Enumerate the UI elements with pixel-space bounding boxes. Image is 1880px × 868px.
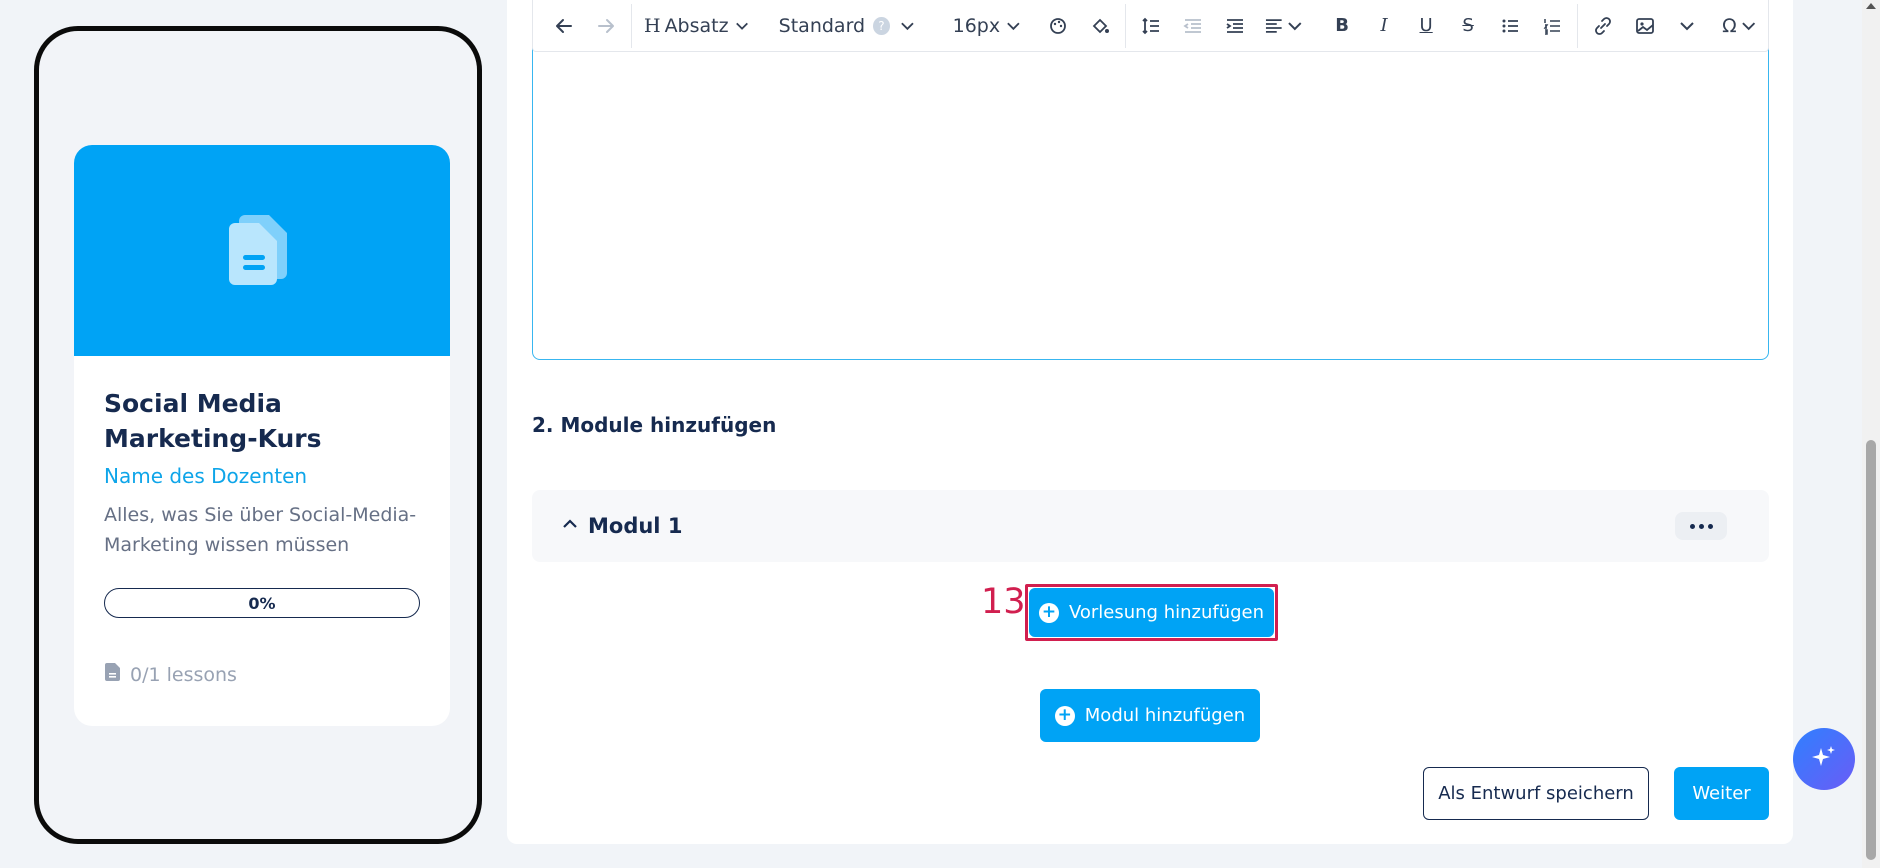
course-description: Alles, was Sie über Social-Media-Marketi…	[104, 504, 417, 556]
align-left-icon	[1265, 18, 1282, 33]
rich-text-editor[interactable]	[532, 0, 1769, 360]
outdent-icon[interactable]	[1176, 9, 1210, 43]
add-lecture-label: Vorlesung hinzufügen	[1068, 602, 1265, 623]
font-family-dropdown[interactable]: Standard ?	[775, 9, 919, 43]
help-icon: ?	[873, 16, 890, 35]
document-icon	[229, 211, 295, 291]
step-number-annotation: 13	[981, 582, 1026, 622]
underline-icon[interactable]: U	[1409, 9, 1443, 43]
lesson-count-label: 0/1 lessons	[130, 663, 237, 686]
indent-icon[interactable]	[1218, 9, 1252, 43]
progress-bar: 0%	[104, 588, 420, 618]
strikethrough-icon[interactable]: S	[1451, 9, 1485, 43]
add-lecture-button[interactable]: + Vorlesung hinzufügen	[1029, 588, 1274, 637]
undo-icon[interactable]	[547, 9, 581, 43]
course-card-hero	[74, 145, 450, 356]
chevron-up-icon[interactable]	[562, 516, 578, 536]
editor-toolbar: H Absatz Standard ? 16px B I U S Ω	[532, 0, 1769, 52]
toolbar-divider	[1124, 3, 1126, 48]
plus-circle-icon: +	[1038, 602, 1059, 623]
chevron-down-icon	[735, 22, 748, 30]
font-size-label: 16px	[952, 14, 1001, 37]
section-title: 2. Module hinzufügen	[532, 413, 777, 437]
sparkle-icon	[1809, 742, 1839, 776]
omega-icon: Ω	[1722, 14, 1737, 37]
add-module-label: Modul hinzufügen	[1084, 705, 1246, 726]
course-editor-panel: H Absatz Standard ? 16px B I U S Ω 2. Mo…	[507, 0, 1793, 844]
phone-preview: Social Media Marketing-Kurs Name des Doz…	[34, 26, 482, 844]
instructor-name: Name des Dozenten	[104, 464, 308, 488]
heading-label: Absatz	[664, 14, 729, 37]
image-icon[interactable]	[1628, 9, 1662, 43]
toolbar-divider	[631, 3, 632, 48]
highlight-color-icon[interactable]	[1083, 9, 1117, 43]
align-dropdown[interactable]	[1260, 9, 1307, 43]
more-options-icon[interactable]	[1675, 512, 1727, 540]
progress-label: 0%	[248, 593, 276, 613]
numbered-list-icon[interactable]	[1535, 9, 1569, 43]
italic-icon[interactable]: I	[1367, 9, 1401, 43]
redo-icon[interactable]	[589, 9, 623, 43]
plus-circle-icon: +	[1054, 705, 1075, 726]
module-header[interactable]: Modul 1	[532, 490, 1769, 562]
scrollbar-thumb[interactable]	[1866, 440, 1876, 860]
chevron-down-icon	[1288, 21, 1302, 30]
course-title: Social Media Marketing-Kurs	[104, 389, 322, 453]
lesson-count: 0/1 lessons	[104, 662, 420, 687]
save-draft-button[interactable]: Als Entwurf speichern	[1423, 767, 1649, 820]
lesson-icon	[104, 662, 122, 687]
toolbar-divider	[1577, 3, 1579, 48]
text-color-icon[interactable]	[1041, 9, 1075, 43]
font-size-dropdown[interactable]: 16px	[949, 9, 1025, 43]
bold-icon[interactable]: B	[1325, 9, 1359, 43]
chevron-down-icon	[1741, 21, 1755, 30]
module-title: Modul 1	[588, 514, 683, 538]
insert-dropdown[interactable]	[1670, 9, 1704, 43]
font-family-label: Standard	[778, 14, 866, 37]
bullet-list-icon[interactable]	[1493, 9, 1527, 43]
ai-assistant-button[interactable]	[1793, 728, 1855, 790]
line-height-icon[interactable]	[1134, 9, 1168, 43]
heading-dropdown[interactable]: H Absatz	[640, 9, 753, 43]
special-characters-dropdown[interactable]: Ω	[1718, 9, 1760, 43]
add-module-button[interactable]: + Modul hinzufügen	[1040, 689, 1260, 742]
chevron-down-icon	[900, 22, 914, 30]
course-card: Social Media Marketing-Kurs Name des Doz…	[74, 145, 450, 726]
scroll-up-arrow[interactable]	[1866, 3, 1876, 9]
chevron-down-icon	[1007, 22, 1020, 30]
page-scrollbar[interactable]	[1862, 0, 1880, 868]
chevron-down-icon	[1680, 21, 1694, 30]
heading-icon: H	[643, 14, 661, 37]
next-button[interactable]: Weiter	[1674, 767, 1769, 820]
link-icon[interactable]	[1586, 9, 1620, 43]
